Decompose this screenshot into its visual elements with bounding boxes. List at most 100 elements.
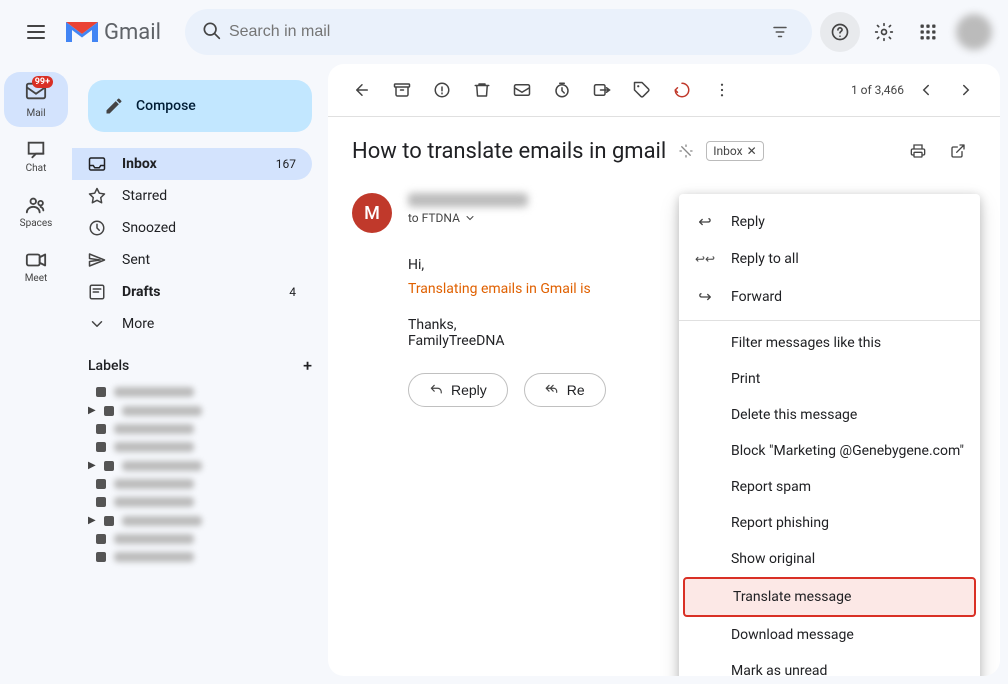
sent-label: Sent bbox=[122, 252, 296, 268]
more-actions-button[interactable] bbox=[704, 72, 740, 108]
dropdown-print[interactable]: Print bbox=[679, 361, 980, 397]
mark-unread-button[interactable] bbox=[504, 72, 540, 108]
sidebar-item-starred[interactable]: Starred bbox=[72, 180, 312, 212]
label-item-3[interactable] bbox=[88, 420, 312, 438]
compose-label: Compose bbox=[136, 98, 196, 114]
search-input[interactable] bbox=[229, 23, 756, 41]
label-color-1 bbox=[96, 387, 106, 397]
dropdown-spam[interactable]: Report spam bbox=[679, 469, 980, 505]
label-name-3 bbox=[114, 424, 194, 434]
dropdown-block[interactable]: Block "Marketing @Genebygene.com" bbox=[679, 433, 980, 469]
left-nav-mail[interactable]: 99+ Mail bbox=[4, 72, 68, 127]
labels-add-button[interactable]: + bbox=[303, 356, 312, 375]
label-item-6[interactable] bbox=[88, 475, 312, 493]
inbox-tag-close[interactable]: ✕ bbox=[747, 144, 757, 158]
spam-button[interactable] bbox=[424, 72, 460, 108]
top-icons bbox=[820, 12, 992, 52]
left-nav-chat[interactable]: Chat bbox=[4, 131, 68, 182]
back-button[interactable] bbox=[344, 72, 380, 108]
label-item-8[interactable]: ▶ bbox=[88, 511, 312, 530]
dropdown-translate[interactable]: Translate message bbox=[683, 577, 976, 617]
label-item-2[interactable]: ▶ bbox=[88, 401, 312, 420]
dropdown-divider-1 bbox=[679, 320, 980, 321]
compose-button[interactable]: Compose bbox=[88, 80, 312, 132]
label-name-5 bbox=[122, 461, 202, 471]
label-name-9 bbox=[114, 534, 194, 544]
dropdown-reply[interactable]: ↩ Reply bbox=[679, 202, 980, 241]
dropdown-mark-unread[interactable]: Mark as unread bbox=[679, 653, 980, 676]
label-name-4 bbox=[114, 442, 194, 452]
spaces-icon bbox=[25, 194, 47, 216]
settings-button[interactable] bbox=[864, 12, 904, 52]
delete-button[interactable] bbox=[464, 72, 500, 108]
reply-icon bbox=[429, 383, 443, 397]
print-button[interactable] bbox=[900, 133, 936, 169]
left-nav-meet[interactable]: Meet bbox=[4, 241, 68, 292]
forward-as-attachment-button[interactable] bbox=[664, 72, 700, 108]
left-nav: 99+ Mail Chat Spaces Meet bbox=[0, 64, 72, 684]
labels-section: Labels + ▶ ▶ ▶ bbox=[72, 340, 328, 582]
compose-icon bbox=[104, 96, 124, 116]
hamburger-button[interactable] bbox=[16, 12, 56, 52]
sidebar: Compose Inbox 167 Starred Snoozed Sent bbox=[72, 64, 328, 684]
to-line: to FTDNA bbox=[408, 211, 705, 225]
label-color-5 bbox=[104, 461, 114, 471]
sidebar-item-drafts[interactable]: Drafts 4 bbox=[72, 276, 312, 308]
email-count: 1 of 3,466 bbox=[851, 83, 904, 97]
next-email-button[interactable] bbox=[948, 72, 984, 108]
dropdown-reply-all-icon: ↩↩ bbox=[695, 252, 715, 266]
drafts-label: Drafts bbox=[122, 284, 273, 300]
dropdown-download[interactable]: Download message bbox=[679, 617, 980, 653]
app-name: Gmail bbox=[104, 20, 161, 45]
inbox-count: 167 bbox=[276, 157, 296, 171]
dropdown-menu: ↩ Reply ↩↩ Reply to all ↪ Forward Filte bbox=[679, 194, 980, 676]
label-name-10 bbox=[114, 552, 194, 562]
open-in-new-button[interactable] bbox=[940, 133, 976, 169]
prev-email-button[interactable] bbox=[908, 72, 944, 108]
label-item-4[interactable] bbox=[88, 438, 312, 456]
label-item-1[interactable] bbox=[88, 383, 312, 401]
dropdown-reply-all-label: Reply to all bbox=[731, 251, 799, 267]
apps-button[interactable] bbox=[908, 12, 948, 52]
dropdown-show-original-label: Show original bbox=[731, 551, 815, 567]
label-item-5[interactable]: ▶ bbox=[88, 456, 312, 475]
dropdown-reply-all[interactable]: ↩↩ Reply to all bbox=[679, 241, 980, 277]
snoozed-label: Snoozed bbox=[122, 220, 296, 236]
mute-icon bbox=[678, 143, 694, 159]
label-item-9[interactable] bbox=[88, 530, 312, 548]
snooze-button[interactable] bbox=[544, 72, 580, 108]
dropdown-reply-label: Reply bbox=[731, 214, 765, 230]
sidebar-item-sent[interactable]: Sent bbox=[72, 244, 312, 276]
dropdown-forward-icon: ↪ bbox=[695, 287, 715, 306]
label-item-7[interactable] bbox=[88, 493, 312, 511]
move-button[interactable] bbox=[584, 72, 620, 108]
search-filter-button[interactable] bbox=[764, 16, 796, 48]
label-color-8 bbox=[104, 516, 114, 526]
archive-button[interactable] bbox=[384, 72, 420, 108]
dropdown-filter[interactable]: Filter messages like this bbox=[679, 325, 980, 361]
dropdown-phishing-label: Report phishing bbox=[731, 515, 829, 531]
reply-all-icon bbox=[545, 383, 559, 397]
user-avatar[interactable] bbox=[956, 14, 992, 50]
left-nav-spaces[interactable]: Spaces bbox=[4, 186, 68, 237]
label-item-10[interactable] bbox=[88, 548, 312, 566]
drafts-icon bbox=[88, 283, 106, 301]
sidebar-item-inbox[interactable]: Inbox 167 bbox=[72, 148, 312, 180]
help-button[interactable] bbox=[820, 12, 860, 52]
chat-icon bbox=[25, 139, 47, 161]
dropdown-show-original[interactable]: Show original bbox=[679, 541, 980, 577]
sidebar-item-more[interactable]: More bbox=[72, 308, 312, 340]
sidebar-item-snoozed[interactable]: Snoozed bbox=[72, 212, 312, 244]
dropdown-phishing[interactable]: Report phishing bbox=[679, 505, 980, 541]
labels-title: Labels bbox=[88, 358, 129, 374]
reply-button[interactable]: Reply bbox=[408, 373, 508, 407]
reply-all-button[interactable]: Re bbox=[524, 373, 606, 407]
label-button[interactable] bbox=[624, 72, 660, 108]
search-icon bbox=[201, 20, 221, 45]
dropdown-delete[interactable]: Delete this message bbox=[679, 397, 980, 433]
to-dropdown-icon[interactable] bbox=[464, 212, 476, 224]
dropdown-forward[interactable]: ↪ Forward bbox=[679, 277, 980, 316]
main-area: 99+ Mail Chat Spaces Meet Compose bbox=[0, 64, 1008, 684]
reply-all-btn-label: Re bbox=[567, 382, 585, 398]
left-nav-mail-label: Mail bbox=[26, 108, 45, 119]
